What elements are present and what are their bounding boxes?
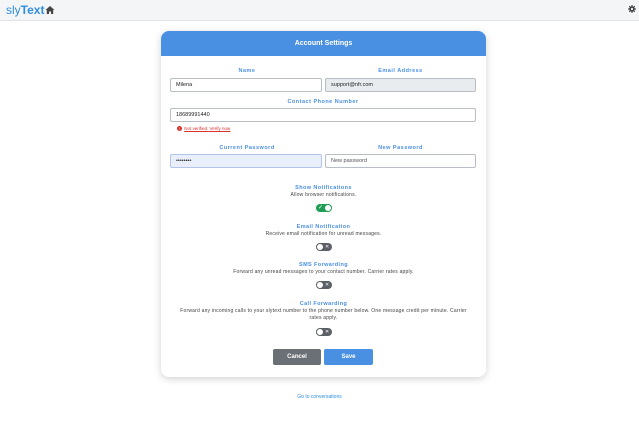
save-button[interactable]: Save — [324, 349, 373, 365]
phone-input[interactable]: 18689991440 — [170, 108, 476, 122]
error-icon: ! — [177, 126, 182, 132]
sms-forwarding-desc: Forward any unread messages to your cont… — [233, 269, 414, 275]
account-settings-card: Account Settings Name Email Address Mile… — [161, 31, 486, 377]
sms-forwarding-toggle[interactable]: ✕ — [316, 281, 332, 289]
email-label: Email Address — [378, 68, 423, 74]
call-forwarding-title: Call Forwarding — [299, 301, 348, 307]
name-label: Name — [238, 68, 256, 74]
sms-forwarding-title: SMS Forwarding — [299, 262, 348, 268]
show-notifications-toggle[interactable]: ✓ — [316, 204, 332, 212]
gear-icon[interactable] — [628, 5, 636, 13]
call-forwarding-toggle[interactable]: ✕ — [316, 328, 332, 336]
top-navbar: slyText — [0, 0, 639, 21]
go-to-conversations-link[interactable]: Go to conversations — [0, 394, 639, 400]
email-notification-title: Email Notification — [296, 224, 351, 230]
show-notifications-desc: Allow browser notifications. — [290, 192, 357, 198]
current-password-input[interactable]: •••••••• — [170, 154, 322, 168]
new-password-label: New Password — [378, 145, 423, 151]
name-input[interactable]: Milena — [170, 78, 322, 92]
phone-error: ! Not verified. Verify now — [177, 126, 230, 132]
email-input: support@nfr.com — [325, 78, 476, 92]
new-password-input[interactable]: New password — [325, 154, 476, 168]
email-notification-toggle[interactable]: ✕ — [316, 243, 332, 251]
card-title: Account Settings — [161, 31, 486, 56]
current-password-label: Current Password — [219, 145, 275, 151]
call-forwarding-desc: Forward any incoming calls to your slyte… — [180, 308, 467, 321]
brand-logo[interactable]: slyText — [6, 3, 44, 17]
phone-label: Contact Phone Number — [287, 99, 359, 105]
home-icon[interactable] — [45, 5, 55, 15]
phone-error-text[interactable]: Not verified. Verify now — [184, 126, 230, 131]
show-notifications-title: Show Notifications — [295, 185, 352, 191]
cancel-button[interactable]: Cancel — [273, 349, 321, 365]
email-notification-desc: Receive email notification for unread me… — [265, 231, 382, 237]
